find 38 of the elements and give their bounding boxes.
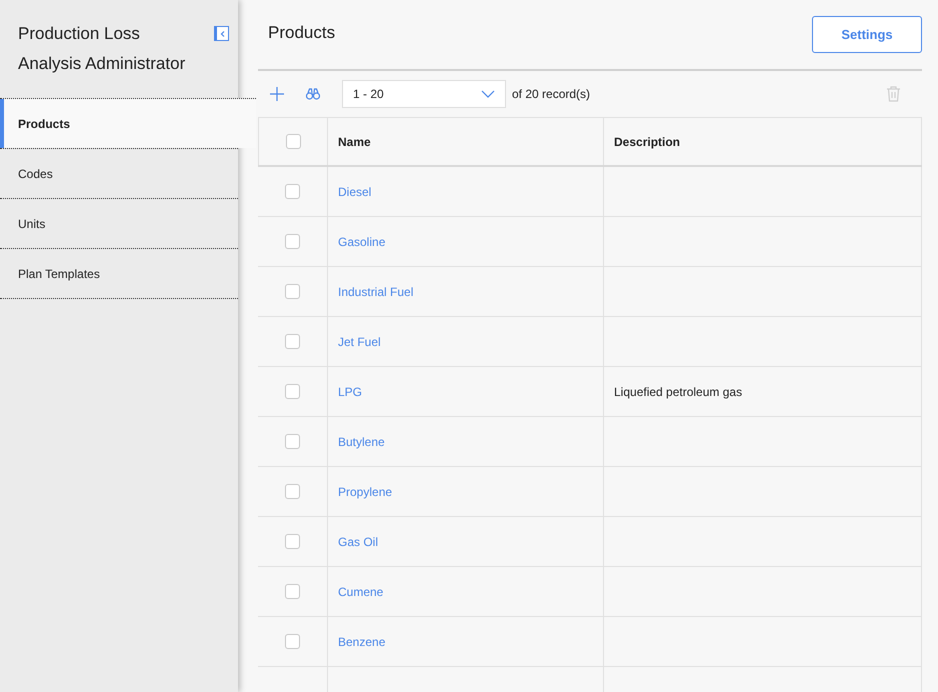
record-count: of 20 record(s): [512, 87, 590, 101]
product-link[interactable]: LPG: [338, 384, 362, 398]
range-dropdown[interactable]: 1 - 20: [342, 80, 506, 108]
page-title: Products: [268, 23, 336, 43]
nav-item[interactable]: Codes: [0, 148, 238, 198]
row-checkbox[interactable]: [285, 484, 300, 499]
app-title: Production Loss Analysis Administrator: [18, 23, 186, 75]
chevron-down-icon: [481, 90, 495, 98]
product-link[interactable]: Benzene: [338, 634, 386, 648]
product-link[interactable]: Industrial Fuel: [338, 284, 414, 298]
row-checkbox[interactable]: [285, 334, 300, 349]
product-link[interactable]: Diesel: [338, 184, 372, 198]
nav-item[interactable]: Plan Templates: [0, 248, 238, 299]
product-link[interactable]: Jet Fuel: [338, 334, 381, 348]
collapse-icon[interactable]: [214, 26, 229, 41]
table-cell: Liquefied petroleum gas: [614, 384, 742, 398]
binoculars-icon[interactable]: [306, 88, 320, 100]
row-checkbox[interactable]: [285, 534, 300, 549]
row-checkbox[interactable]: [285, 234, 300, 249]
trash-icon[interactable]: [887, 86, 900, 102]
product-link[interactable]: Cumene: [338, 584, 384, 598]
row-checkbox[interactable]: [285, 284, 300, 299]
product-link[interactable]: Butylene: [338, 434, 385, 448]
row-checkbox[interactable]: [285, 384, 300, 399]
column-header[interactable]: Description: [614, 134, 680, 148]
nav-item[interactable]: Products: [0, 98, 256, 148]
select-all-checkbox[interactable]: [286, 134, 300, 149]
product-link[interactable]: Gasoline: [338, 234, 386, 248]
column-header[interactable]: Name: [338, 134, 371, 148]
add-icon[interactable]: [270, 87, 284, 101]
nav-item[interactable]: Units: [0, 198, 238, 248]
settings-button[interactable]: Settings: [812, 16, 922, 53]
row-checkbox[interactable]: [285, 184, 300, 199]
row-checkbox[interactable]: [285, 584, 300, 599]
product-link[interactable]: Propylene: [338, 484, 392, 498]
product-link[interactable]: Gas Oil: [338, 534, 378, 548]
row-checkbox[interactable]: [285, 434, 300, 449]
row-checkbox[interactable]: [285, 634, 300, 649]
